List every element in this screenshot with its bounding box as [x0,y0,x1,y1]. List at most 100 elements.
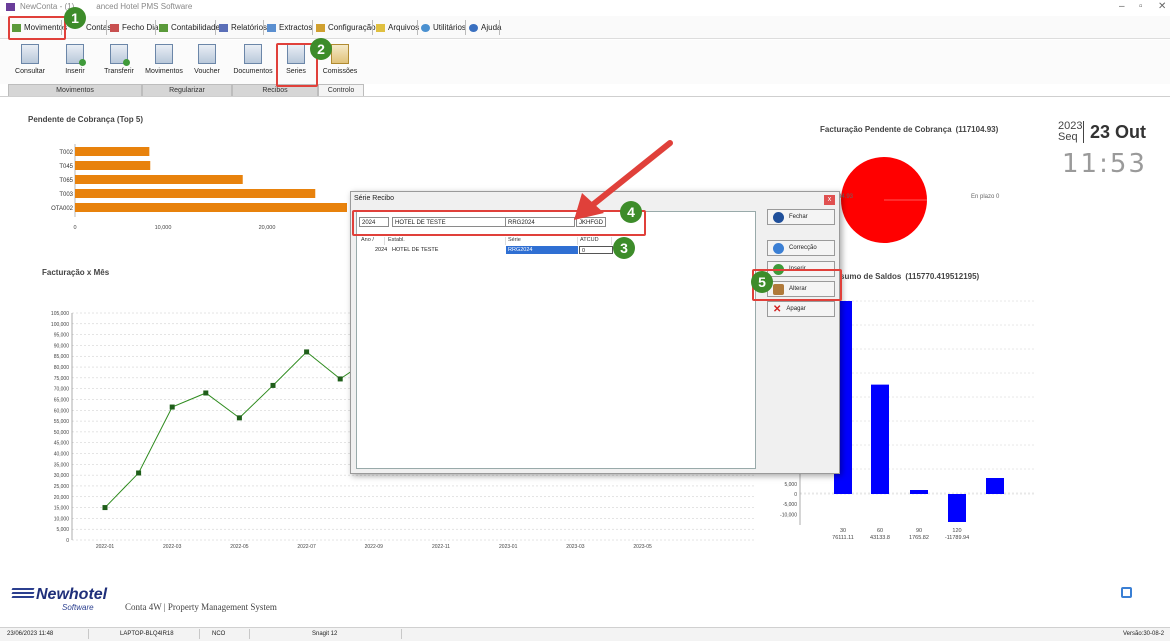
column-label: Ano [361,237,371,243]
monthly-point [337,376,343,382]
balances-x-tick: 60 [877,528,883,534]
monthly-x-tick: 2022-09 [365,544,384,550]
balances-bar [910,490,928,494]
monthly-y-tick: 15,000 [54,506,70,512]
monthly-y-tick: 5,000 [56,527,69,533]
monthly-x-tick: 2022-03 [163,544,182,550]
top5-bar [75,203,347,212]
status-app: Snagit 12 [252,629,402,639]
monthly-series-line [104,351,375,508]
balances-value-label: 1765.82 [909,535,929,541]
monthly-y-tick: 75,000 [54,376,70,382]
top5-bar [75,175,243,184]
monthly-y-tick: 60,000 [54,408,70,414]
pending-top5-title: Pendente de Cobrança (Top 5) [28,115,143,124]
monthly-y-tick: 65,000 [54,397,70,403]
dialog-title: Série Recibo [354,195,395,202]
balances-x-tick: 120 [952,528,961,534]
refresh-small-icon[interactable] [1121,587,1132,598]
button-label: Correcção [789,245,817,251]
top5-x-tick: 0 [73,225,76,231]
monthly-y-tick: 85,000 [54,354,70,360]
monthly-point [270,382,276,388]
top5-x-tick: 20,000 [259,225,276,231]
top5-bar [75,161,151,170]
monthly-y-tick: 90,000 [54,343,70,349]
monthly-point [169,404,175,410]
monthly-y-tick: 95,000 [54,333,70,339]
status-computer: LAPTOP-BLQ4IR18 [90,629,200,639]
column-year[interactable]: Ano / [359,237,385,245]
top5-category-label: T045 [59,164,73,170]
monthly-x-tick: 2022-01 [96,544,115,550]
top5-bar [75,189,316,198]
top5-category-label: T002 [59,150,73,156]
column-establ[interactable]: Establ. [386,237,506,245]
monthly-y-tick: 55,000 [54,419,70,425]
dialog-panel: 2024 HOTEL DE TESTE▼ RRG2024 JKHFGD Ano … [356,211,756,469]
fechar-button[interactable]: Fechar [767,209,835,225]
balances-chart-title: sumo de Saldos (115770.419512195) [840,272,980,281]
monthly-y-tick: 45,000 [54,441,70,447]
callout-number-5: 5 [751,271,773,293]
current-time: 11:53 [1062,149,1147,179]
top5-category-label: T003 [59,192,73,198]
balances-value-label: 43133.8 [870,535,890,541]
newhotel-logo-sub: Software [62,603,94,612]
monthly-x-tick: 2023-03 [566,544,585,550]
monthly-x-tick: 2023-05 [633,544,652,550]
newhotel-logo-icon [11,588,35,598]
monthly-chart-title: Facturação x Mês [42,268,110,277]
monthly-y-tick: 105,000 [51,311,69,317]
row-atcud-cell[interactable]: 0 [579,246,613,254]
pie-right-label: En plazo 0 [971,194,1000,200]
monthly-y-tick: 80,000 [54,365,70,371]
monthly-x-tick: 2022-05 [230,544,249,550]
pending-top5-chart: T002 T045 T065 T003 OTA002 0 10,000 20,000 [51,144,347,231]
column-serie[interactable]: Série [506,237,578,245]
monthly-y-tick: 10,000 [54,516,70,522]
annotation-arrow-icon [574,140,673,220]
monthly-point [203,390,209,396]
status-datetime: 23/06/2023 11:48 [4,629,89,639]
callout-number-1: 1 [64,7,86,29]
monthly-point [236,415,242,421]
monthly-x-tick: 2022-07 [297,544,316,550]
top5-bar [75,147,150,156]
monthly-point [304,349,310,355]
monthly-x-tick: 2023-01 [499,544,518,550]
monthly-y-tick: 40,000 [54,452,70,458]
monthly-y-tick: 35,000 [54,462,70,468]
row-series-selected[interactable]: RRG2024 [506,246,578,254]
monthly-point [136,470,142,476]
sort-icon: / [372,237,374,243]
balances-value-label: -11789.94 [945,535,969,541]
monthly-y-tick: 30,000 [54,473,70,479]
top5-category-label: OTA002 [51,206,74,212]
correccao-button[interactable]: Correcção [767,240,835,256]
monthly-y-tick: 70,000 [54,387,70,393]
current-date: 23 Out [1090,122,1147,142]
row-hotel[interactable]: HOTEL DE TESTE [390,246,500,254]
balances-y-tick: 5,000 [784,482,797,488]
monthly-y-tick: 0 [66,538,69,544]
monthly-y-tick: 50,000 [54,430,70,436]
callout-number-3: 3 [613,237,635,259]
balances-bar [948,494,966,522]
apagar-button[interactable]: ✕ Apagar [767,301,835,317]
balances-y-tick: -5,000 [783,502,797,508]
column-atcud[interactable]: ATCUD [578,237,612,245]
dialog-close-icon[interactable]: x [824,195,835,205]
newhotel-logo: Newhotel [36,586,108,603]
monthly-y-tick: 20,000 [54,495,70,501]
row-year[interactable]: 2024 [373,246,389,254]
button-label: Apagar [786,306,806,312]
date-seq-label: Seq [1058,131,1078,143]
top5-category-label: T065 [59,178,73,184]
product-tagline: Conta 4W | Property Management System [125,602,277,612]
date-divider [1083,121,1084,143]
balances-bar [986,478,1004,494]
monthly-x-tick: 2022-11 [432,544,450,550]
balances-value-label: 76111.11 [832,535,854,541]
refresh-icon [773,242,784,254]
